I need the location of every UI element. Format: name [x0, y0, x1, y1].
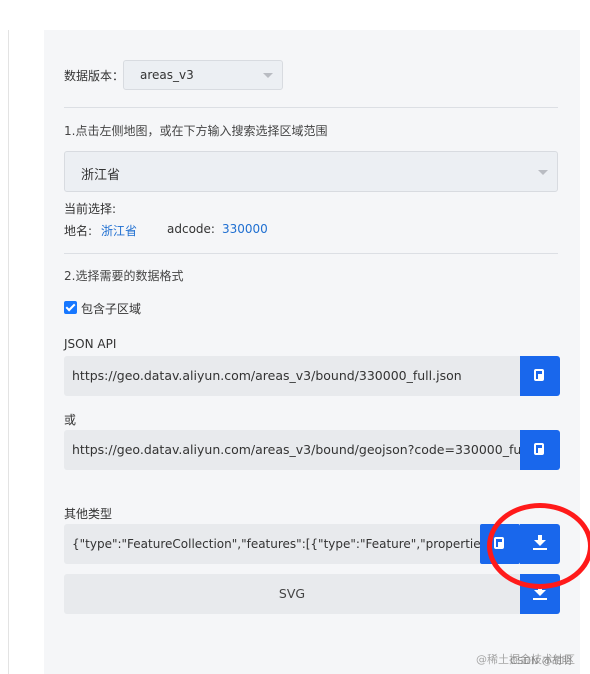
adcode-value: 330000: [222, 222, 268, 236]
chevron-down-icon: [263, 73, 273, 78]
download-geojson-button[interactable]: [520, 524, 560, 564]
version-label: 数据版本：: [64, 69, 125, 83]
json-url-field[interactable]: https://geo.datav.aliyun.com/areas_v3/bo…: [64, 356, 520, 396]
place-name-label: 地名:: [64, 224, 93, 238]
json-api-label: JSON API: [64, 337, 117, 351]
geojson-preview-field[interactable]: {"type":"FeatureCollection","features":[…: [64, 524, 480, 564]
step2-title: 2.选择需要的数据格式: [64, 269, 184, 283]
adcode-label: adcode:: [167, 222, 215, 236]
other-types-label: 其他类型: [64, 507, 113, 521]
divider: [64, 107, 558, 108]
or-label: 或: [64, 413, 77, 427]
svg-button[interactable]: SVG: [64, 574, 520, 614]
region-select[interactable]: 浙江省: [64, 151, 558, 192]
download-icon: [533, 585, 547, 601]
include-subregions-checkbox[interactable]: [64, 301, 77, 314]
watermark-overlay: CSDN @胡明: [510, 656, 572, 667]
place-name-value: 浙江省: [101, 224, 138, 238]
copy-icon: [534, 443, 544, 455]
map-area-edge: [0, 30, 9, 674]
divider: [64, 253, 558, 254]
copy-geojson-button[interactable]: [480, 524, 520, 564]
current-selection-title: 当前选择:: [64, 202, 117, 216]
version-select-value: areas_v3: [140, 68, 194, 82]
copy-icon: [534, 369, 544, 381]
page: 数据版本： areas_v3 1.点击左侧地图，或在下方输入搜索选择区域范围 浙…: [0, 0, 590, 674]
download-svg-button[interactable]: [520, 574, 560, 614]
copy-geojson-url-button[interactable]: [520, 430, 560, 470]
download-icon: [533, 535, 547, 551]
version-select[interactable]: areas_v3: [123, 60, 283, 90]
include-subregions-label: 包含子区域: [81, 302, 142, 316]
geojson-url-field[interactable]: https://geo.datav.aliyun.com/areas_v3/bo…: [64, 430, 520, 470]
copy-icon: [494, 537, 504, 549]
region-select-value: 浙江省: [81, 168, 121, 183]
chevron-down-icon: [538, 170, 548, 175]
step1-title: 1.点击左侧地图，或在下方输入搜索选择区域范围: [64, 124, 328, 138]
copy-url-button[interactable]: [520, 356, 560, 396]
